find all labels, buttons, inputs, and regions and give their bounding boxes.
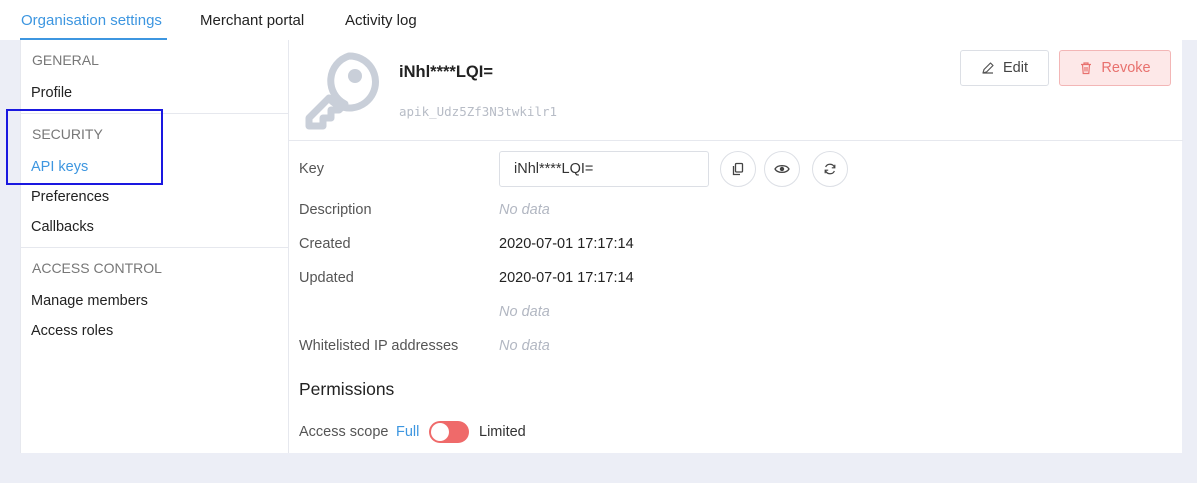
sidebar-heading-general: GENERAL xyxy=(32,52,99,68)
description-value: No data xyxy=(499,202,550,218)
regenerate-button[interactable] xyxy=(812,151,848,187)
settings-sidebar: GENERAL Profile SECURITY API keys Prefer… xyxy=(21,40,289,453)
tab-activity-log[interactable]: Activity log xyxy=(345,11,417,31)
sidebar-item-profile[interactable]: Profile xyxy=(31,83,72,103)
api-key-detail: iNhl****LQI= apik_Udz5Zf3N3twkilr1 Edit … xyxy=(289,40,1183,453)
refresh-icon xyxy=(824,163,836,175)
tab-organisation-settings[interactable]: Organisation settings xyxy=(21,11,162,31)
whitelist-label: Whitelisted IP addresses xyxy=(299,338,459,354)
copy-icon xyxy=(732,162,744,176)
created-label: Created xyxy=(299,236,351,252)
description-label: Description xyxy=(299,202,372,218)
sidebar-divider xyxy=(21,247,289,248)
copy-button[interactable] xyxy=(720,151,756,187)
revoke-button[interactable]: Revoke xyxy=(1059,50,1171,86)
key-icon xyxy=(305,52,379,130)
tab-merchant-portal[interactable]: Merchant portal xyxy=(200,11,304,31)
access-scope-toggle[interactable] xyxy=(429,421,469,443)
toggle-knob xyxy=(431,423,449,441)
scope-full-option[interactable]: Full xyxy=(396,422,419,442)
settings-panel: GENERAL Profile SECURITY API keys Prefer… xyxy=(6,40,1183,453)
reveal-button[interactable] xyxy=(764,151,800,187)
sidebar-heading-access-control: ACCESS CONTROL xyxy=(32,260,162,276)
key-label: Key xyxy=(299,161,324,177)
sidebar-item-access-roles[interactable]: Access roles xyxy=(31,321,113,341)
updated-label: Updated xyxy=(299,270,354,286)
revoke-button-label: Revoke xyxy=(1101,60,1151,76)
sidebar-item-manage-members[interactable]: Manage members xyxy=(31,291,148,311)
access-scope-label: Access scope xyxy=(299,424,389,440)
top-tab-bar: Organisation settings Merchant portal Ac… xyxy=(0,0,1197,40)
permissions-title: Permissions xyxy=(299,379,395,399)
header-divider xyxy=(289,140,1183,141)
edit-button-label: Edit xyxy=(1003,60,1028,76)
trash-icon xyxy=(1081,62,1092,75)
eye-icon xyxy=(774,164,790,174)
edit-button[interactable]: Edit xyxy=(960,50,1049,86)
key-value-field[interactable]: iNhl****LQI= xyxy=(499,151,709,187)
pencil-icon xyxy=(982,62,994,74)
sidebar-item-preferences[interactable]: Preferences xyxy=(31,187,109,207)
key-title: iNhl****LQI= xyxy=(399,63,493,81)
sidebar-item-callbacks[interactable]: Callbacks xyxy=(31,217,94,237)
created-value: 2020-07-01 17:17:14 xyxy=(499,236,634,252)
whitelist-value: No data xyxy=(499,338,550,354)
scope-limited-option[interactable]: Limited xyxy=(479,422,526,442)
updated-value: 2020-07-01 17:17:14 xyxy=(499,270,634,286)
key-id: apik_Udz5Zf3N3twkilr1 xyxy=(399,104,558,119)
selection-highlight-box xyxy=(6,109,163,185)
unlabeled-value: No data xyxy=(499,304,550,320)
